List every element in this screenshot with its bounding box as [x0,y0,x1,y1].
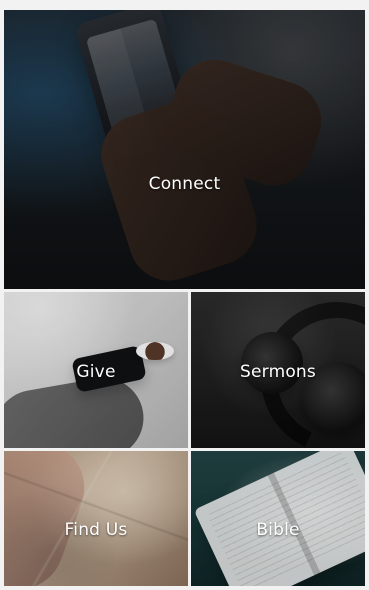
sermons-tile[interactable]: Sermons [191,292,365,448]
open-bible-image [193,451,365,586]
bible-tile-label: Bible [256,520,300,540]
connect-tile[interactable]: Connect [4,10,365,289]
give-tile-label: Give [76,362,116,382]
sermons-tile-label: Sermons [240,362,316,382]
home-grid: Connect Give Sermons Find Us Bible [0,0,369,590]
bible-tile[interactable]: Bible [191,451,365,586]
coffee-cup-image [136,342,174,360]
find-us-tile[interactable]: Find Us [4,451,188,586]
find-us-tile-label: Find Us [64,520,128,540]
map-texture [4,451,188,586]
give-tile[interactable]: Give [4,292,188,448]
connect-tile-label: Connect [148,174,221,194]
